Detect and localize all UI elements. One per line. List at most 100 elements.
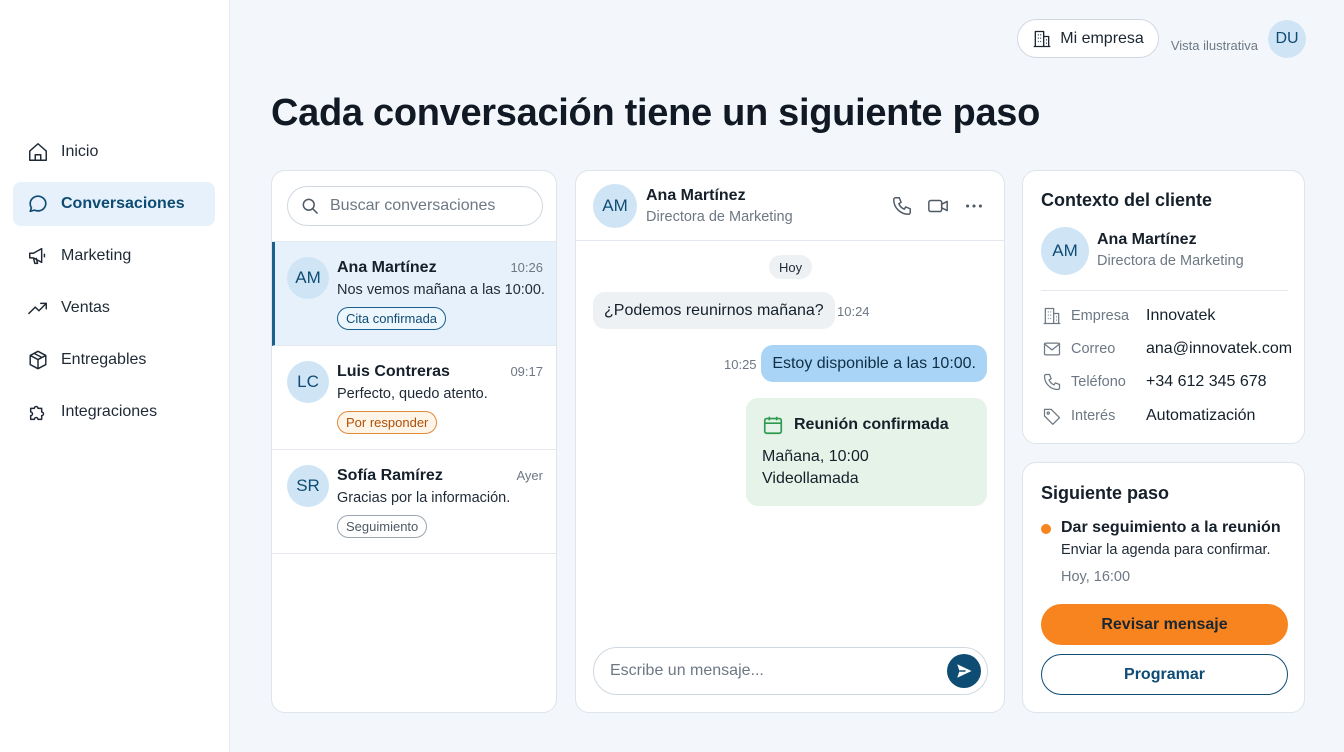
send-icon	[957, 664, 972, 678]
search-icon	[302, 198, 318, 214]
user-avatar[interactable]: DU	[1268, 19, 1306, 58]
trend-up-icon	[27, 297, 49, 319]
sidebar-item-ventas[interactable]: Ventas	[13, 286, 215, 330]
message-composer	[593, 647, 988, 695]
calendar-icon	[763, 416, 783, 435]
puzzle-icon	[27, 401, 49, 423]
schedule-button[interactable]: Programar	[1041, 654, 1288, 695]
topbar: Mi empresa Vista ilustrativa DU	[1017, 19, 1306, 58]
chat-bubble-icon	[27, 193, 49, 215]
step-title: Dar seguimiento a la reunión	[1061, 519, 1281, 536]
avatar: AM	[287, 257, 329, 299]
phone-icon	[1041, 371, 1063, 393]
review-message-button[interactable]: Revisar mensaje	[1041, 604, 1288, 645]
search-box[interactable]	[287, 186, 543, 226]
contact-name: Sofía Ramírez	[337, 467, 443, 484]
meeting-datetime: Mañana, 10:00	[762, 448, 869, 465]
sidebar-item-entregables[interactable]: Entregables	[13, 338, 215, 382]
conversation-item[interactable]: LC Luis Contreras 09:17 Perfecto, quedo …	[272, 346, 556, 450]
conversation-list: AM Ana Martínez 10:26 Nos vemos mañana a…	[271, 170, 557, 713]
conversation-item[interactable]: AM Ana Martínez 10:26 Nos vemos mañana a…	[272, 242, 556, 346]
message-time: 09:17	[510, 364, 543, 379]
message-time: Ayer	[516, 468, 544, 483]
more-icon[interactable]	[962, 194, 986, 218]
avatar: AM	[593, 184, 637, 228]
chat-actions	[878, 194, 986, 218]
message-preview: Perfecto, quedo atento.	[337, 386, 488, 402]
chat-panel: AM Ana Martínez Directora de Marketing H…	[575, 170, 1005, 713]
message-preview: Gracias por la información.	[337, 490, 511, 506]
next-step-card: Siguiente paso Dar seguimiento a la reun…	[1022, 462, 1305, 713]
meeting-type: Videollamada	[762, 470, 859, 487]
field-label: Interés	[1071, 408, 1116, 424]
avatar: AM	[1041, 227, 1089, 275]
sidebar-item-label: Entregables	[61, 351, 147, 368]
next-step-title: Siguiente paso	[1041, 483, 1170, 503]
sidebar-item-label: Integraciones	[61, 403, 158, 420]
contact-name: Luis Contreras	[337, 363, 450, 380]
conversation-item[interactable]: SR Sofía Ramírez Ayer Gracias por la inf…	[272, 450, 556, 554]
avatar: SR	[287, 465, 329, 507]
company-label: Mi empresa	[1060, 29, 1144, 47]
vista-label: Vista ilustrativa	[1170, 38, 1258, 53]
message-time: 10:25	[724, 357, 757, 372]
meeting-title: Reunión confirmada	[794, 416, 949, 433]
sidebar-item-label: Ventas	[61, 299, 110, 316]
context-title: Contexto del cliente	[1041, 190, 1213, 210]
field-label: Teléfono	[1071, 374, 1126, 390]
page-title: Cada conversación tiene un siguiente pas…	[271, 92, 1041, 134]
incoming-message: ¿Podemos reunirnos mañana?	[593, 292, 835, 329]
step-description: Enviar la agenda para confirmar.	[1061, 542, 1271, 558]
sidebar-item-conversaciones[interactable]: Conversaciones	[13, 182, 215, 226]
sidebar-nav: Inicio Conversaciones Marketing Ventas E…	[13, 130, 215, 442]
chat-contact-name: Ana Martínez	[646, 187, 746, 204]
context-field-interes: Interés Automatización	[1041, 405, 1255, 427]
divider	[1041, 290, 1288, 291]
chat-contact-role: Directora de Marketing	[646, 209, 793, 225]
field-label: Empresa	[1071, 308, 1130, 324]
context-field-correo: Correo ana@innovatek.com	[1041, 338, 1292, 360]
field-value: Automatización	[1146, 407, 1256, 424]
building-icon	[1033, 30, 1051, 47]
building-icon	[1041, 305, 1063, 327]
message-input[interactable]	[610, 662, 930, 680]
send-button[interactable]	[947, 654, 981, 688]
tag-icon	[1041, 405, 1063, 427]
sidebar-item-inicio[interactable]: Inicio	[13, 130, 215, 174]
message-time: 10:24	[837, 304, 870, 319]
context-role: Directora de Marketing	[1097, 253, 1244, 269]
phone-icon[interactable]	[890, 194, 914, 218]
context-field-telefono: Teléfono +34 612 345 678	[1041, 371, 1267, 393]
message-time: 10:26	[510, 260, 543, 275]
context-field-empresa: Empresa Innovatek	[1041, 305, 1215, 327]
video-icon[interactable]	[926, 194, 950, 218]
sidebar-item-integraciones[interactable]: Integraciones	[13, 390, 215, 434]
field-value: Innovatek	[1146, 307, 1216, 324]
sidebar-item-label: Conversaciones	[61, 195, 185, 212]
status-badge: Por responder	[337, 411, 438, 434]
mail-icon	[1041, 338, 1063, 360]
message-preview: Nos vemos mañana a las 10:00.	[337, 282, 545, 298]
status-badge: Seguimiento	[337, 515, 428, 538]
step-time: Hoy, 16:00	[1061, 569, 1131, 585]
sidebar-item-marketing[interactable]: Marketing	[13, 234, 215, 278]
meeting-card[interactable]: Reunión confirmada Mañana, 10:00 Videoll…	[746, 398, 987, 506]
sidebar: Inicio Conversaciones Marketing Ventas E…	[0, 0, 230, 752]
sidebar-item-label: Inicio	[61, 143, 99, 160]
field-value[interactable]: ana@innovatek.com	[1146, 340, 1292, 358]
outgoing-message: Estoy disponible a las 10:00.	[761, 345, 987, 382]
status-dot	[1041, 524, 1051, 534]
conversation-items: AM Ana Martínez 10:26 Nos vemos mañana a…	[272, 241, 556, 554]
status-badge: Cita confirmada	[337, 307, 447, 330]
sidebar-item-label: Marketing	[61, 247, 132, 264]
avatar: LC	[287, 361, 329, 403]
package-icon	[27, 349, 49, 371]
day-separator: Hoy	[769, 255, 813, 279]
search-input[interactable]	[330, 197, 520, 215]
home-icon	[27, 141, 49, 163]
megaphone-icon	[27, 245, 49, 267]
company-button[interactable]: Mi empresa	[1017, 19, 1159, 58]
field-value[interactable]: +34 612 345 678	[1146, 373, 1267, 391]
field-label: Correo	[1071, 341, 1116, 357]
client-context-card: Contexto del cliente AM Ana Martínez Dir…	[1022, 170, 1305, 444]
